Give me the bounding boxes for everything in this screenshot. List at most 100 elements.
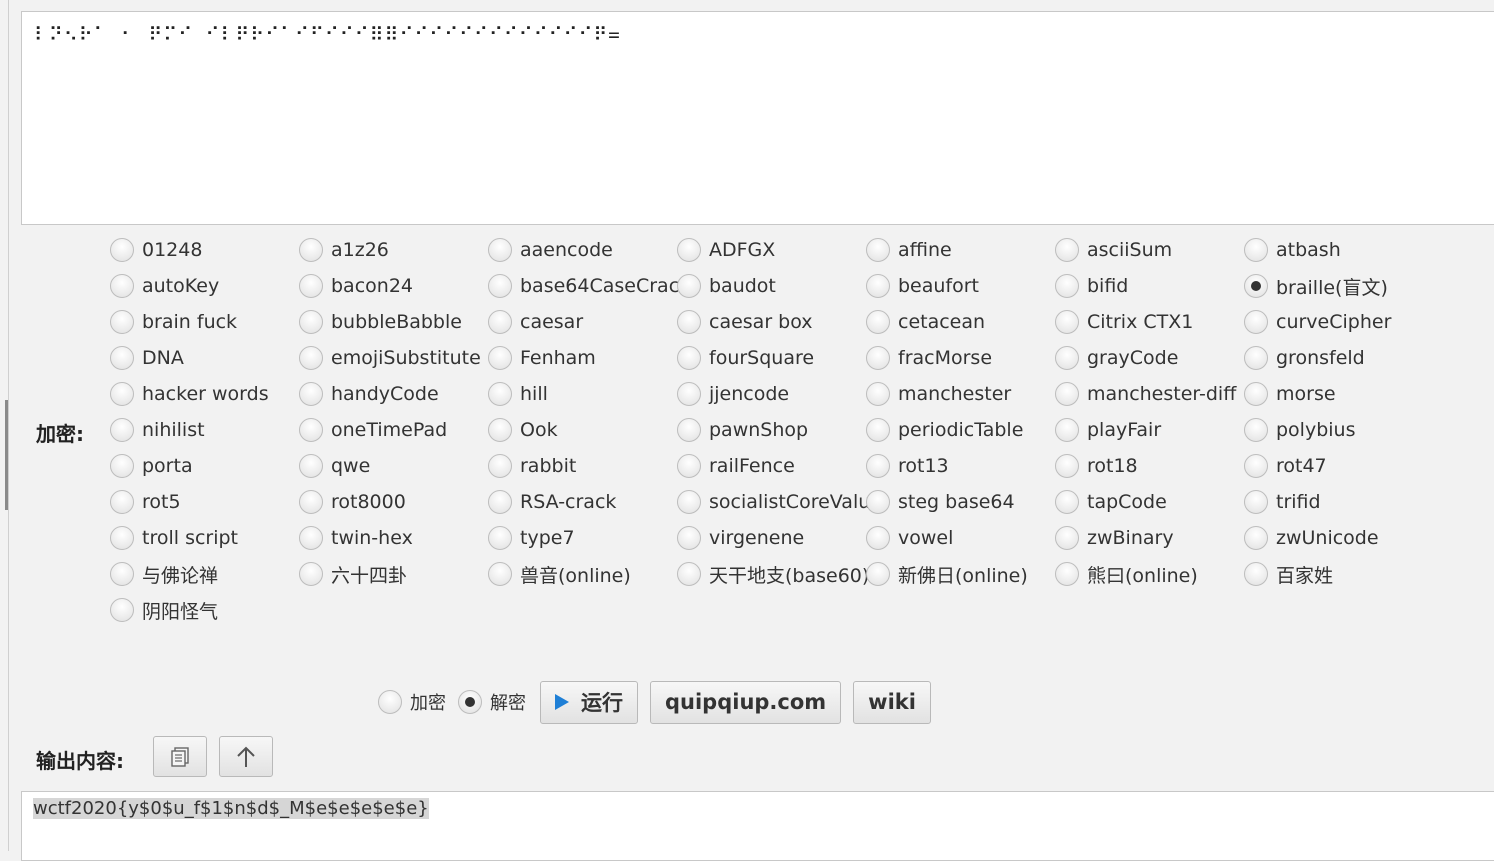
radio-dot[interactable]	[299, 310, 323, 334]
left-splitter[interactable]	[0, 0, 9, 851]
algorithm-radio-option[interactable]: atbash	[1244, 232, 1433, 268]
algorithm-radio-option[interactable]: pawnShop	[677, 412, 866, 448]
radio-dot[interactable]	[866, 274, 890, 298]
algorithm-radio-option[interactable]: playFair	[1055, 412, 1244, 448]
algorithm-radio-option[interactable]: baudot	[677, 268, 866, 304]
radio-dot[interactable]	[866, 454, 890, 478]
radio-dot[interactable]	[488, 238, 512, 262]
radio-dot[interactable]	[1244, 382, 1268, 406]
algorithm-radio-option[interactable]: handyCode	[299, 376, 488, 412]
algorithm-radio-option[interactable]: aaencode	[488, 232, 677, 268]
algorithm-radio-option[interactable]: cetacean	[866, 304, 1055, 340]
algorithm-radio-option[interactable]: ADFGX	[677, 232, 866, 268]
radio-dot[interactable]	[458, 690, 482, 714]
radio-dot[interactable]	[110, 346, 134, 370]
algorithm-radio-option[interactable]: railFence	[677, 448, 866, 484]
algorithm-radio-option[interactable]: 天干地支(base60)	[677, 556, 869, 592]
radio-dot[interactable]	[299, 526, 323, 550]
algorithm-radio-option[interactable]: nihilist	[110, 412, 299, 448]
algorithm-radio-option[interactable]: a1z26	[299, 232, 488, 268]
algorithm-radio-option[interactable]: rot5	[110, 484, 299, 520]
algorithm-radio-option[interactable]: rot13	[866, 448, 1055, 484]
algorithm-radio-option[interactable]: troll script	[110, 520, 299, 556]
radio-dot[interactable]	[677, 526, 701, 550]
radio-dot[interactable]	[1055, 490, 1079, 514]
algorithm-radio-option[interactable]: beaufort	[866, 268, 1055, 304]
algorithm-radio-option[interactable]: bubbleBabble	[299, 304, 488, 340]
algorithm-radio-option[interactable]: 熊曰(online)	[1055, 556, 1244, 592]
radio-dot[interactable]	[1055, 418, 1079, 442]
radio-dot[interactable]	[110, 490, 134, 514]
radio-dot[interactable]	[1055, 310, 1079, 334]
algorithm-radio-option[interactable]: zwBinary	[1055, 520, 1244, 556]
radio-dot[interactable]	[110, 310, 134, 334]
radio-dot[interactable]	[866, 346, 890, 370]
radio-dot[interactable]	[677, 238, 701, 262]
radio-dot[interactable]	[488, 346, 512, 370]
splitter-grip[interactable]	[5, 400, 8, 510]
wiki-button[interactable]: wiki	[853, 680, 931, 724]
algorithm-radio-option[interactable]: 百家姓	[1244, 556, 1433, 592]
algorithm-radio-option[interactable]: braille(盲文)	[1244, 268, 1433, 304]
algorithm-radio-option[interactable]: 六十四卦	[299, 556, 488, 592]
radio-dot[interactable]	[1244, 238, 1268, 262]
input-textarea[interactable]: ⠇⠝⠢⠗⠁ ⠂ ⠟⠍⠊ ⠊⠇⠟⠗⠊⠁⠊⠋⠊⠊⠊⠿⠿⠊⠊⠊⠊⠊⠊⠊⠊⠊⠊⠊⠊⠊⠟=	[21, 11, 1494, 225]
radio-dot[interactable]	[1244, 562, 1268, 586]
radio-dot[interactable]	[110, 382, 134, 406]
radio-dot[interactable]	[866, 490, 890, 514]
algorithm-radio-option[interactable]: Citrix CTX1	[1055, 304, 1244, 340]
algorithm-radio-option[interactable]: zwUnicode	[1244, 520, 1433, 556]
algorithm-radio-option[interactable]: caesar	[488, 304, 677, 340]
radio-dot[interactable]	[299, 238, 323, 262]
algorithm-radio-option[interactable]: manchester	[866, 376, 1055, 412]
radio-dot[interactable]	[299, 418, 323, 442]
algorithm-radio-option[interactable]: oneTimePad	[299, 412, 488, 448]
radio-dot[interactable]	[1244, 490, 1268, 514]
algorithm-radio-option[interactable]: Ook	[488, 412, 677, 448]
algorithm-radio-option[interactable]: asciiSum	[1055, 232, 1244, 268]
radio-dot[interactable]	[1055, 526, 1079, 550]
algorithm-radio-option[interactable]: gronsfeld	[1244, 340, 1433, 376]
algorithm-radio-option[interactable]: DNA	[110, 340, 299, 376]
algorithm-radio-option[interactable]: polybius	[1244, 412, 1433, 448]
algorithm-radio-option[interactable]: grayCode	[1055, 340, 1244, 376]
algorithm-radio-option[interactable]: periodicTable	[866, 412, 1055, 448]
algorithm-radio-option[interactable]: twin-hex	[299, 520, 488, 556]
algorithm-radio-option[interactable]: tapCode	[1055, 484, 1244, 520]
radio-dot[interactable]	[866, 310, 890, 334]
algorithm-radio-option[interactable]: 01248	[110, 232, 299, 268]
radio-dot[interactable]	[378, 690, 402, 714]
algorithm-radio-option[interactable]: virgenene	[677, 520, 866, 556]
radio-dot[interactable]	[110, 598, 134, 622]
algorithm-radio-option[interactable]: 阴阳怪气	[110, 592, 299, 628]
radio-dot[interactable]	[677, 382, 701, 406]
radio-dot[interactable]	[299, 490, 323, 514]
algorithm-radio-option[interactable]: affine	[866, 232, 1055, 268]
radio-dot[interactable]	[299, 382, 323, 406]
radio-dot[interactable]	[677, 418, 701, 442]
algorithm-radio-option[interactable]: curveCipher	[1244, 304, 1433, 340]
radio-dot[interactable]	[1055, 562, 1079, 586]
algorithm-radio-option[interactable]: emojiSubstitute	[299, 340, 488, 376]
radio-dot[interactable]	[488, 310, 512, 334]
radio-dot[interactable]	[677, 346, 701, 370]
copy-button[interactable]	[153, 736, 207, 777]
radio-dot[interactable]	[110, 526, 134, 550]
radio-dot[interactable]	[1055, 382, 1079, 406]
radio-dot[interactable]	[1055, 274, 1079, 298]
radio-dot[interactable]	[677, 490, 701, 514]
move-up-button[interactable]	[219, 736, 273, 777]
algorithm-radio-option[interactable]: fourSquare	[677, 340, 866, 376]
algorithm-radio-option[interactable]: rot8000	[299, 484, 488, 520]
algorithm-radio-option[interactable]: rot18	[1055, 448, 1244, 484]
radio-dot[interactable]	[1055, 454, 1079, 478]
radio-dot[interactable]	[1244, 346, 1268, 370]
radio-dot[interactable]	[299, 346, 323, 370]
radio-dot[interactable]	[677, 454, 701, 478]
algorithm-radio-option[interactable]: 与佛论禅	[110, 556, 299, 592]
radio-dot[interactable]	[866, 562, 890, 586]
radio-dot[interactable]	[299, 562, 323, 586]
algorithm-radio-option[interactable]: rot47	[1244, 448, 1433, 484]
algorithm-radio-option[interactable]: bifid	[1055, 268, 1244, 304]
radio-dot[interactable]	[866, 526, 890, 550]
